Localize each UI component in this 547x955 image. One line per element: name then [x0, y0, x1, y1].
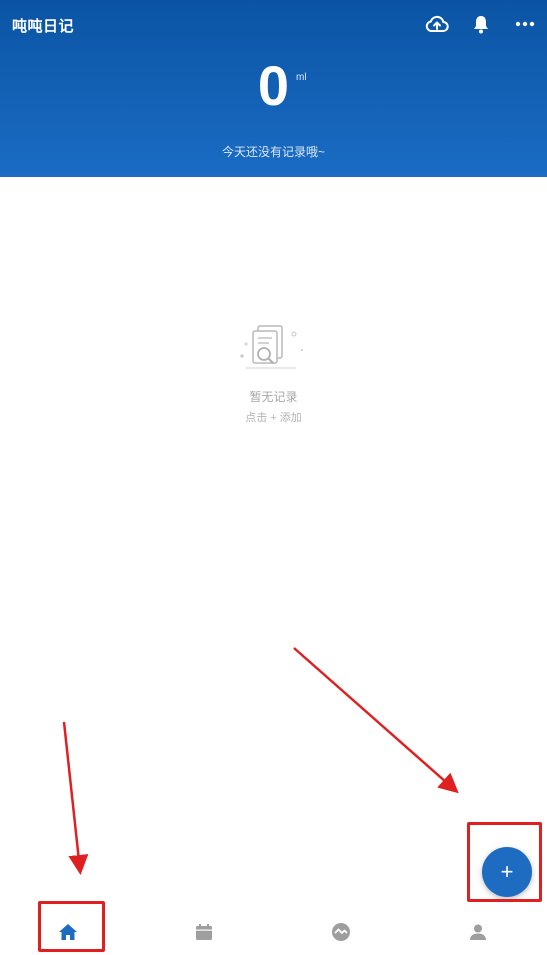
cloud-upload-icon[interactable] — [425, 12, 449, 36]
empty-document-search-icon — [236, 322, 308, 374]
calendar-icon — [196, 923, 212, 940]
profile-icon — [470, 924, 486, 940]
more-icon[interactable] — [513, 12, 537, 36]
annotation-box-add-button — [467, 822, 542, 902]
tab-calendar[interactable] — [136, 908, 272, 955]
stats-icon — [332, 922, 350, 941]
annotation-box-home-tab — [38, 901, 105, 952]
annotation-arrow-to-add — [293, 647, 459, 794]
empty-state-title: 暂无记录 — [249, 390, 298, 404]
header-subtitle: 今天还没有记录哦~ — [221, 145, 325, 159]
header: 吨吨日记 0 ml 今天还没有记录哦~ — [0, 0, 547, 177]
tab-stats[interactable] — [273, 908, 409, 955]
annotation-arrow-to-home — [62, 721, 89, 875]
tab-profile[interactable] — [410, 908, 546, 955]
amount-unit: ml — [296, 72, 307, 83]
daily-amount: 0 — [0, 58, 547, 114]
app-title: 吨吨日记 — [12, 18, 75, 35]
bell-icon[interactable] — [469, 12, 493, 36]
amount-value: 0 — [257, 54, 290, 117]
empty-state-hint: 点击 + 添加 — [245, 412, 302, 424]
